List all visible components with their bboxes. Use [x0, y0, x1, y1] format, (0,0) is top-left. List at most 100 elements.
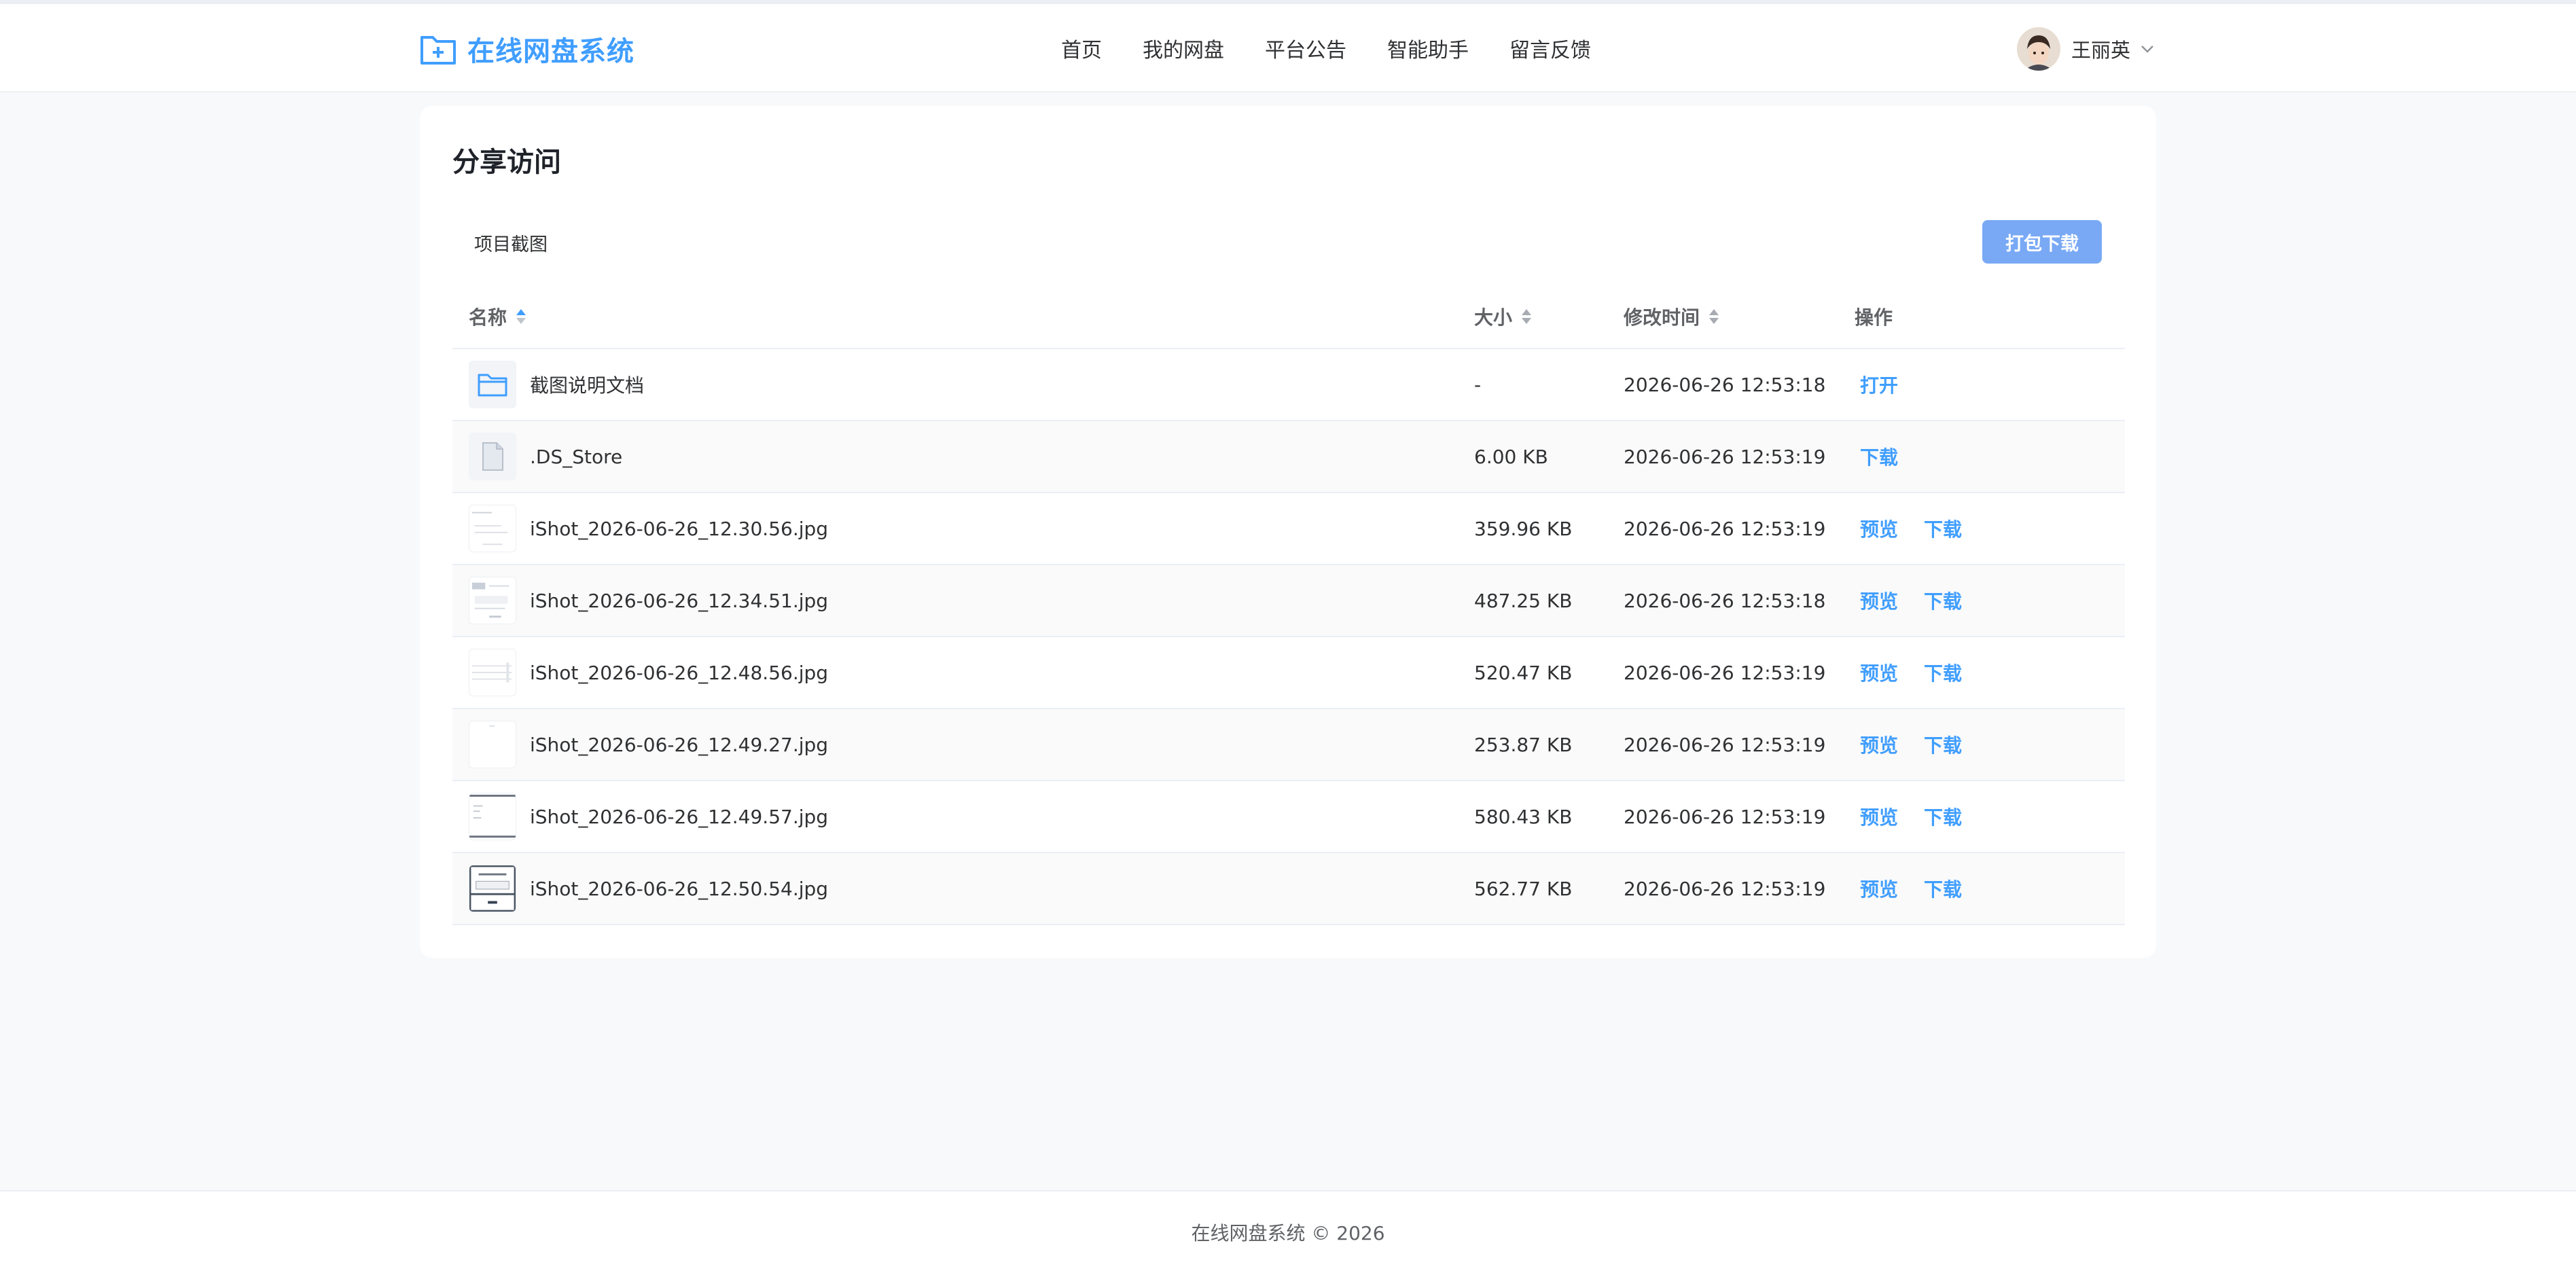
sort-icon[interactable]: [1520, 307, 1533, 326]
preview-link[interactable]: 预览: [1860, 731, 1898, 758]
size-cell: 253.87 KB: [1474, 733, 1573, 756]
file-name[interactable]: iShot_2026-06-26_12.49.57.jpg: [530, 806, 828, 828]
image-thumbnail-icon: [471, 662, 512, 683]
nav-my-drive[interactable]: 我的网盘: [1143, 33, 1224, 63]
mtime-cell: 2026-06-26 12:53:19: [1624, 445, 1826, 468]
preview-link[interactable]: 预览: [1860, 803, 1898, 830]
table-row[interactable]: iShot_2026-06-26_12.48.56.jpg 520.47 KB …: [452, 637, 2125, 709]
image-thumb: [469, 865, 516, 912]
file-icon: [482, 442, 503, 471]
image-thumb: [469, 793, 516, 840]
ops-cell: 预览 下载: [1855, 565, 1982, 636]
ops-cell: 预览 下载: [1855, 637, 1982, 708]
avatar: [2016, 27, 2060, 71]
nav-announcements[interactable]: 平台公告: [1265, 33, 1346, 63]
preview-link[interactable]: 预览: [1860, 875, 1898, 902]
header-size[interactable]: 大小: [1474, 284, 1533, 349]
ops-cell: 预览 下载: [1855, 493, 1982, 564]
ops-cell: 预览 下载: [1855, 709, 1982, 780]
preview-link[interactable]: 预览: [1860, 587, 1898, 614]
size-cell: 6.00 KB: [1474, 445, 1548, 468]
download-link[interactable]: 下载: [1860, 443, 1898, 470]
table-row[interactable]: iShot_2026-06-26_12.49.27.jpg 253.87 KB …: [452, 709, 2125, 781]
table-row[interactable]: iShot_2026-06-26_12.49.57.jpg 580.43 KB …: [452, 781, 2125, 853]
mtime-cell: 2026-06-26 12:53:19: [1624, 877, 1826, 900]
download-link[interactable]: 下载: [1924, 731, 1962, 758]
mtime-cell: 2026-06-26 12:53:19: [1624, 733, 1826, 756]
breadcrumb[interactable]: 项目截图: [474, 230, 548, 256]
download-link[interactable]: 下载: [1924, 803, 1962, 830]
mtime-cell: 2026-06-26 12:53:19: [1624, 661, 1826, 684]
image-thumb: [469, 649, 516, 696]
user-menu[interactable]: 王丽英: [2016, 26, 2156, 72]
size-cell: 580.43 KB: [1474, 805, 1573, 828]
nav-feedback[interactable]: 留言反馈: [1509, 33, 1591, 63]
file-name[interactable]: iShot_2026-06-26_12.49.27.jpg: [530, 734, 828, 756]
ops-cell: 打开: [1855, 349, 1918, 420]
nav-assistant[interactable]: 智能助手: [1387, 33, 1469, 63]
nav-home[interactable]: 首页: [1061, 33, 1102, 63]
mtime-cell: 2026-06-26 12:53:19: [1624, 517, 1826, 540]
file-name[interactable]: iShot_2026-06-26_12.48.56.jpg: [530, 662, 828, 684]
pack-download-button[interactable]: 打包下载: [1982, 220, 2102, 264]
image-thumbnail-icon: [469, 794, 516, 838]
mtime-cell: 2026-06-26 12:53:18: [1624, 589, 1826, 612]
size-cell: 487.25 KB: [1474, 589, 1573, 612]
file-name[interactable]: 截图说明文档: [530, 371, 644, 398]
image-thumb: [469, 577, 516, 624]
download-link[interactable]: 下载: [1924, 659, 1962, 686]
table-row[interactable]: iShot_2026-06-26_12.50.54.jpg 562.77 KB …: [452, 853, 2125, 925]
chevron-down-icon: [2141, 46, 2153, 53]
name-cell: iShot_2026-06-26_12.48.56.jpg: [469, 637, 828, 708]
table-row[interactable]: .DS_Store 6.00 KB 2026-06-26 12:53:19 下载: [452, 421, 2125, 493]
folder-icon: [478, 374, 507, 397]
name-cell: iShot_2026-06-26_12.50.54.jpg: [469, 853, 828, 924]
footer: 在线网盘系统 © 2026: [0, 1190, 2576, 1273]
file-name[interactable]: iShot_2026-06-26_12.50.54.jpg: [530, 878, 828, 900]
header-name[interactable]: 名称: [469, 284, 527, 349]
size-cell: 520.47 KB: [1474, 661, 1573, 684]
mtime-cell: 2026-06-26 12:53:18: [1624, 373, 1826, 396]
file-table: 名称 大小 修改时间 操作 截图说明文档 - 2026-06-26 12:53:…: [452, 284, 2125, 925]
name-cell: iShot_2026-06-26_12.34.51.jpg: [469, 565, 828, 636]
header-mtime[interactable]: 修改时间: [1624, 284, 1720, 349]
image-thumb: [469, 505, 516, 552]
download-link[interactable]: 下载: [1924, 587, 1962, 614]
image-thumbnail-icon: [471, 582, 509, 618]
download-link[interactable]: 下载: [1924, 875, 1962, 902]
footer-text: 在线网盘系统 © 2026: [1191, 1222, 1385, 1244]
file-thumb: [469, 433, 516, 480]
mtime-cell: 2026-06-26 12:53:19: [1624, 805, 1826, 828]
name-cell: 截图说明文档: [469, 349, 644, 420]
header-name-label: 名称: [469, 306, 507, 329]
table-row[interactable]: iShot_2026-06-26_12.30.56.jpg 359.96 KB …: [452, 493, 2125, 565]
page-title: 分享访问: [452, 147, 561, 178]
avatar-icon: [2016, 27, 2060, 71]
size-cell: -: [1474, 373, 1482, 396]
name-cell: .DS_Store: [469, 421, 622, 492]
preview-link[interactable]: 预览: [1860, 515, 1898, 542]
open-link[interactable]: 打开: [1860, 371, 1898, 398]
sort-icon[interactable]: [515, 307, 527, 326]
file-name[interactable]: .DS_Store: [530, 446, 622, 468]
header-size-label: 大小: [1474, 306, 1513, 329]
header: 在线网盘系统 首页 我的网盘 平台公告 智能助手 留言反馈 王丽英: [0, 4, 2576, 92]
table-row[interactable]: 截图说明文档 - 2026-06-26 12:53:18 打开: [452, 349, 2125, 421]
logo[interactable]: 在线网盘系统: [420, 29, 634, 69]
image-thumbnail-icon: [471, 512, 508, 545]
file-name[interactable]: iShot_2026-06-26_12.34.51.jpg: [530, 590, 828, 612]
file-name[interactable]: iShot_2026-06-26_12.30.56.jpg: [530, 518, 828, 540]
preview-link[interactable]: 预览: [1860, 659, 1898, 686]
name-cell: iShot_2026-06-26_12.49.57.jpg: [469, 781, 828, 852]
table-row[interactable]: iShot_2026-06-26_12.34.51.jpg 487.25 KB …: [452, 565, 2125, 637]
app-title: 在线网盘系统: [467, 36, 634, 67]
image-thumb: [469, 721, 516, 768]
share-card: 分享访问 项目截图 打包下载 名称 大小 修改时间 操作 截图说明文档 - 20…: [420, 106, 2156, 958]
name-cell: iShot_2026-06-26_12.30.56.jpg: [469, 493, 828, 564]
size-cell: 359.96 KB: [1474, 517, 1573, 540]
size-cell: 562.77 KB: [1474, 877, 1573, 900]
sort-icon[interactable]: [1708, 307, 1720, 326]
download-link[interactable]: 下载: [1924, 515, 1962, 542]
image-thumbnail-icon: [489, 725, 495, 727]
header-ops: 操作: [1855, 284, 1893, 349]
